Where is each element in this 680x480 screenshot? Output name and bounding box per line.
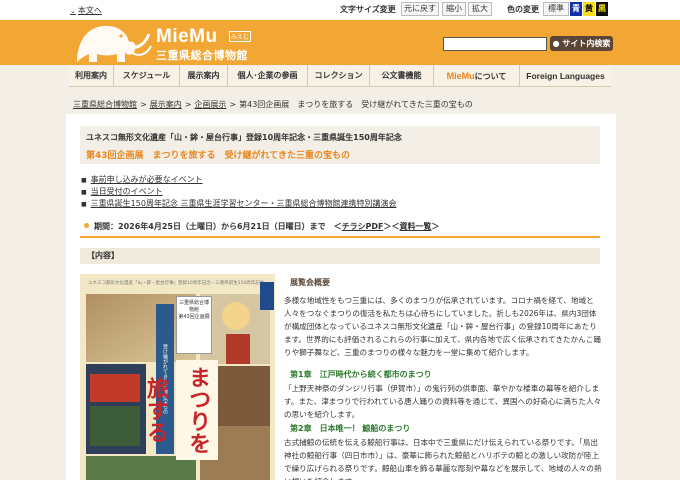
pre-title: ユネスコ無形文化遺産「山・鉾・屋台行事」登録10周年記念・三重県誕生150周年記… — [86, 133, 402, 142]
skip-to-content-link[interactable]: ⌄ 本文へ — [70, 5, 102, 16]
mammoth-logo-icon — [77, 25, 152, 62]
nav-item-schedule[interactable]: スケジュール — [114, 65, 180, 87]
utility-bar: ⌄ 本文へ 文字サイズ変更 元に戻す 縮小 拡大 色の変更 標準 青 黄 黒 — [0, 0, 680, 20]
search-icon: ● — [552, 39, 560, 48]
logo-main-text: MieMu — [156, 26, 218, 47]
nav-item-about[interactable]: MieMuについて — [434, 65, 520, 87]
exhibition-poster: ユネスコ無形文化遺産「山・鉾・屋台行事」登録10周年記念・三重県誕生150周年記… — [80, 274, 275, 480]
site-search-button[interactable]: ● サイト内検索 — [550, 36, 613, 51]
logo-kana-text: みえむ — [229, 31, 252, 42]
chapter-1-heading: 第1章 江戸時代から続く都市のまつり — [290, 370, 432, 379]
nav-item-exhibits[interactable]: 展示案内 — [180, 65, 228, 87]
event-link-lecture[interactable]: ■ 三重県誕生150周年記念 三重県生涯学習センター・三重県総合博物館連携特別講演… — [81, 198, 396, 209]
font-size-small-button[interactable]: 縮小 — [442, 2, 466, 16]
color-change-label: 色の変更 — [507, 5, 539, 14]
event-link-same-day[interactable]: ■ 当日受付のイベント — [81, 186, 163, 197]
poster-org-tag: 三重県総合博物館 第43回企画展 — [176, 296, 212, 354]
nav-item-participation[interactable]: 個人･企業の参画 — [228, 65, 308, 87]
color-black-button[interactable]: 黒 — [596, 2, 608, 16]
nav-item-guide[interactable]: 利用案内 — [69, 65, 114, 87]
breadcrumb: 三重県総合博物館 > 展示案内 > 企画展示 > 第43回企画展 まつりを旅する 受け継がれ… — [73, 100, 473, 109]
site-search-input[interactable] — [443, 37, 547, 51]
global-nav: 利用案内 スケジュール 展示案内 個人･企業の参画 コレクション 公文書機能 M… — [69, 65, 611, 87]
bullet-icon: ■ — [81, 177, 87, 184]
font-size-reset-button[interactable]: 元に戻す — [401, 2, 439, 16]
color-standard-button[interactable]: 標準 — [543, 2, 569, 16]
chevron-down-icon: ⌄ — [70, 7, 76, 15]
nav-about-brand: MieMu — [446, 71, 475, 81]
logo-subtitle: 三重県総合博物館 — [156, 49, 248, 62]
bullet-icon: ■ — [81, 189, 87, 196]
overview-text: 多様な地域性をもつ三重には、多くのまつりが伝承されています。コロナ禍を経て、地域… — [284, 296, 601, 357]
font-size-label: 文字サイズ変更 — [340, 5, 396, 14]
materials-list-link[interactable]: 資料一覧 — [399, 222, 431, 231]
event-link-reservation[interactable]: ■ 事前申し込みが必要なイベント — [81, 174, 203, 185]
chapter-2-text: 古式捕鯨の伝統を伝える鯨船行事は、日本中で三重県にだけ伝えられている祭りです。「… — [284, 438, 602, 480]
nav-item-foreign-languages[interactable]: Foreign Languages — [520, 65, 611, 87]
page-title: 第43回企画展 まつりを旅する 受け継がれてきた三重の宝もの — [86, 151, 350, 161]
chapter-1-text: 「上野天神祭のダンジリ行事（伊賀市）」の鬼行列の供奉面、華やかな楼車の幕等を紹介… — [284, 384, 602, 419]
font-size-large-button[interactable]: 拡大 — [468, 2, 492, 16]
content-label: 【内容】 — [80, 248, 600, 264]
chapter-2-heading: 第2章 日本唯一！ 鯨船のまつり — [290, 424, 411, 433]
poster-title: まつりを旅する — [143, 360, 218, 460]
bullet-icon: ■ — [81, 201, 87, 208]
breadcrumb-link-exhibits[interactable]: 展示案内 — [150, 100, 182, 109]
nav-item-archives[interactable]: 公文書機能 — [370, 65, 434, 87]
breadcrumb-link-special[interactable]: 企画展示 — [194, 100, 226, 109]
circle-bullet-icon — [84, 223, 89, 228]
nav-about-label: について — [474, 72, 507, 81]
breadcrumb-current: 第43回企画展 まつりを旅する 受け継がれてきた三重の宝もの — [239, 100, 473, 109]
breadcrumb-link-home[interactable]: 三重県総合博物館 — [73, 100, 137, 109]
flyer-pdf-link[interactable]: チラシPDF — [342, 222, 384, 231]
color-yellow-button[interactable]: 黄 — [583, 2, 595, 16]
color-blue-button[interactable]: 青 — [570, 2, 582, 16]
nav-item-collection[interactable]: コレクション — [308, 65, 370, 87]
overview-heading: 展覧会概要 — [290, 278, 330, 287]
exhibition-period: 期間：2026年4月25日（土曜日）から6月21日（日曜日）まで ＜チラシPDF… — [80, 221, 600, 238]
